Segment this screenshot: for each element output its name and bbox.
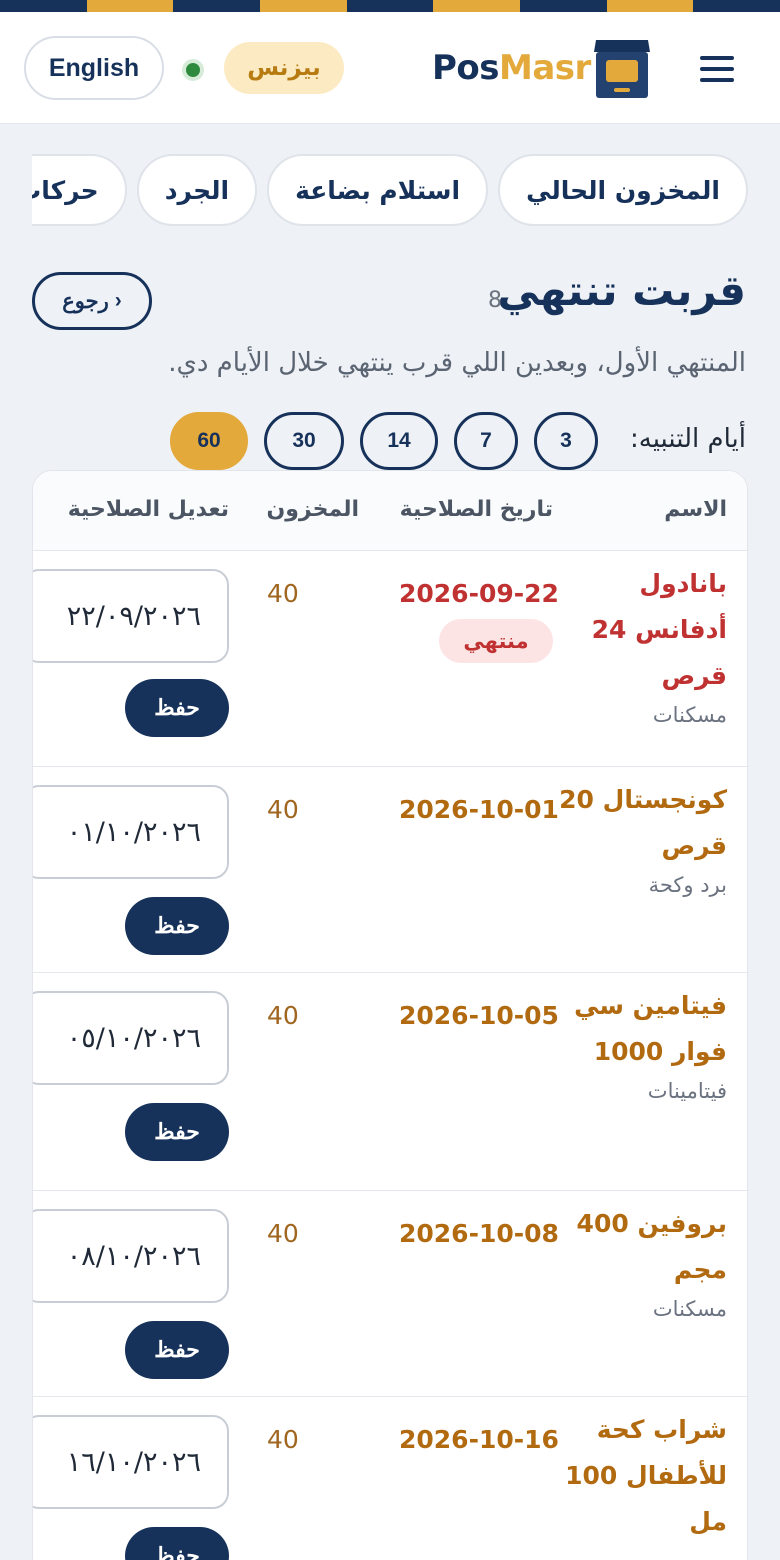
table-row: شراب كحة للأطفال 100 مل 2026-10-16 40 حف…: [33, 1397, 747, 1560]
brand-name: PosMasr: [432, 48, 591, 88]
alert-days-7[interactable]: 7: [454, 412, 518, 470]
tab-stock-movements[interactable]: حركات المخزون: [32, 154, 127, 226]
store-logo-icon: [594, 40, 650, 98]
stock-qty: 40: [267, 1219, 299, 1248]
expiring-items-table: الاسم تاريخ الصلاحية المخزون تعديل الصلا…: [32, 470, 748, 1560]
alert-days-60[interactable]: 60: [170, 412, 248, 470]
product-category: فيتامينات: [647, 1079, 727, 1103]
stock-qty: 40: [267, 579, 299, 608]
product-category: مسكنات: [652, 1297, 727, 1321]
page-title: قربت تنتهي: [497, 266, 746, 315]
stock-qty: 40: [267, 1425, 299, 1454]
online-status-dot: [182, 59, 204, 81]
table-row: كونجستال 20 قرصبرد وكحة 2026-10-01 40 حف…: [33, 767, 747, 973]
expiry-date-input[interactable]: [33, 785, 229, 879]
product-category: برد وكحة: [648, 873, 727, 897]
top-stripe: [0, 0, 780, 12]
plan-badge: بيزنس: [224, 42, 344, 94]
save-button[interactable]: حفظ: [125, 1321, 229, 1379]
tab-current-stock[interactable]: المخزون الحالي: [498, 154, 748, 226]
product-name: كونجستال 20 قرص برد وكحة: [547, 777, 727, 901]
language-button[interactable]: English: [24, 36, 164, 100]
alert-days-30[interactable]: 30: [264, 412, 344, 470]
expiry-date: 2026-10-05: [399, 1001, 559, 1030]
header-edit-expiry: تعديل الصلاحية: [67, 497, 229, 522]
table-row: بانادول أدفانس 24 قرص مسكنات 2026-09-22 م…: [33, 551, 747, 767]
top-bar: English بيزنس PosMasr: [0, 12, 780, 124]
tab-receive-goods[interactable]: استلام بضاعة: [267, 154, 489, 226]
save-button[interactable]: حفظ: [125, 897, 229, 955]
hamburger-menu-icon[interactable]: [700, 56, 734, 82]
table-header: الاسم تاريخ الصلاحية المخزون تعديل الصلا…: [33, 471, 747, 551]
alert-days-14[interactable]: 14: [360, 412, 438, 470]
header-name: الاسم: [664, 497, 727, 522]
expiry-date: 2026-10-01: [399, 795, 559, 824]
tab-stocktake[interactable]: الجرد: [136, 154, 258, 226]
stock-qty: 40: [267, 1001, 299, 1030]
header-stock: المخزون: [266, 497, 359, 522]
product-name: بانادول أدفانس 24 قرص مسكنات: [547, 561, 727, 731]
expiry-date: 2026-09-22: [399, 579, 559, 608]
product-name: بروفين 400 مجم مسكنات: [547, 1201, 727, 1325]
product-name: شراب كحة للأطفال 100 مل: [565, 1415, 727, 1536]
save-button[interactable]: حفظ: [125, 679, 229, 737]
expiry-date-input[interactable]: [33, 1415, 229, 1509]
save-button[interactable]: حفظ: [125, 1527, 229, 1560]
expiry-date: 2026-10-08: [399, 1219, 559, 1248]
expiry-date: 2026-10-16: [399, 1425, 559, 1454]
inventory-tabs: المخزون الحالي استلام بضاعة الجرد حركات …: [32, 154, 780, 226]
item-count: 8: [488, 288, 502, 313]
save-button[interactable]: حفظ: [125, 1103, 229, 1161]
product-name: فيتامين سي فوار 1000 فيتامينات: [547, 983, 727, 1107]
expired-badge: منتهي: [439, 619, 553, 663]
stock-qty: 40: [267, 795, 299, 824]
expiry-date-input[interactable]: [33, 991, 229, 1085]
chevron-left-icon: ‹: [114, 289, 122, 312]
expiry-date-input[interactable]: [33, 569, 229, 663]
expiry-date-input[interactable]: [33, 1209, 229, 1303]
back-button[interactable]: ‹ رجوع: [32, 272, 152, 330]
alert-days-3[interactable]: 3: [534, 412, 598, 470]
header-expiry: تاريخ الصلاحية: [399, 497, 553, 522]
table-row: فيتامين سي فوار 1000 فيتامينات 2026-10-05…: [33, 973, 747, 1191]
page-subtitle: المنتهي الأول، وبعدين اللي قرب ينتهي خلا…: [168, 348, 746, 378]
back-label: رجوع: [62, 289, 109, 313]
table-row: بروفين 400 مجممسكنات 2026-10-08 40 حفظ: [33, 1191, 747, 1397]
alert-days-label: أيام التنبيه:: [630, 424, 746, 454]
product-category: مسكنات: [652, 703, 727, 727]
